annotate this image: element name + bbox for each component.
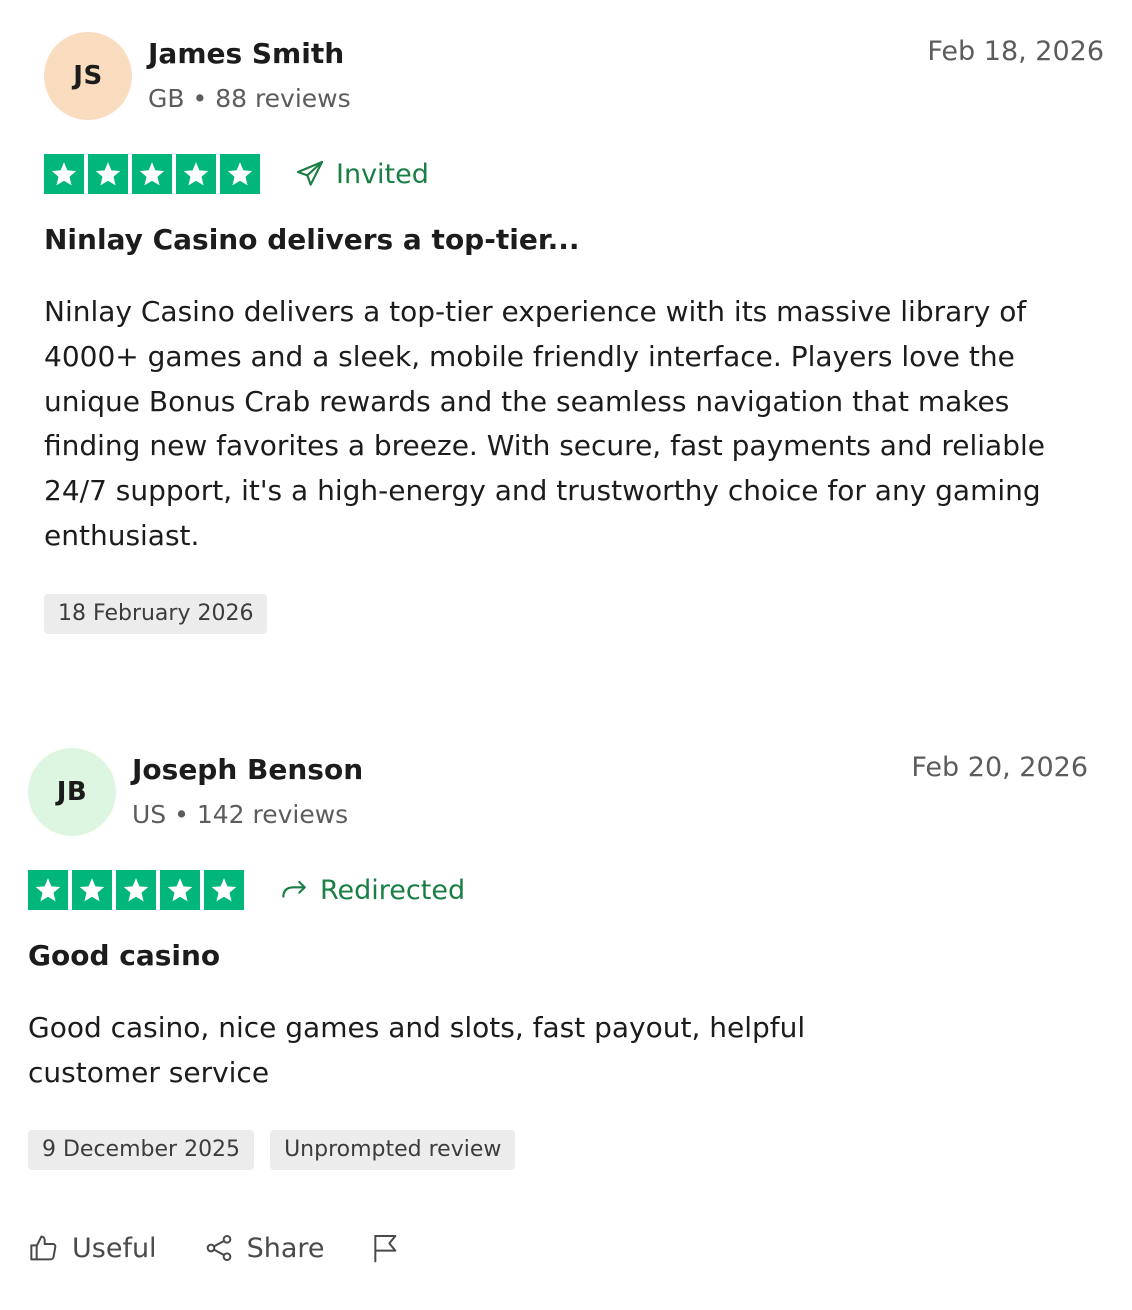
reviewer-review-count: 142 reviews	[196, 800, 349, 829]
reviewer-name[interactable]: James Smith	[148, 36, 344, 72]
meta-separator: •	[192, 84, 208, 113]
star-icon	[160, 870, 200, 910]
review-actions: Useful Share	[28, 1228, 402, 1268]
meta-separator: •	[174, 800, 189, 829]
experience-date-tag: 18 February 2026	[44, 594, 268, 634]
review-source-badge[interactable]: Invited	[294, 154, 429, 194]
share-icon	[203, 1232, 235, 1264]
avatar[interactable]: JB	[28, 748, 116, 836]
review-title[interactable]: Ninlay Casino delivers a top-tier...	[44, 220, 580, 260]
star-rating	[28, 870, 244, 910]
star-icon	[44, 154, 84, 194]
share-label: Share	[246, 1232, 325, 1264]
star-icon	[116, 870, 156, 910]
useful-label: Useful	[72, 1232, 157, 1264]
reviewer-country: GB	[148, 84, 185, 113]
useful-button[interactable]: Useful	[28, 1228, 157, 1268]
thumbs-up-icon	[28, 1232, 60, 1264]
star-icon	[28, 870, 68, 910]
avatar[interactable]: JS	[44, 32, 132, 120]
star-icon	[204, 870, 244, 910]
unprompted-review-tag: Unprompted review	[270, 1130, 516, 1170]
star-icon	[88, 154, 128, 194]
review-source-badge[interactable]: Redirected	[278, 870, 465, 910]
report-button[interactable]	[370, 1228, 402, 1268]
review-title[interactable]: Good casino	[28, 936, 220, 976]
review-date: Feb 18, 2026	[927, 36, 1104, 67]
review-source-label: Redirected	[320, 874, 466, 906]
review-tags: 18 February 2026	[44, 594, 268, 634]
review-text: Good casino, nice games and slots, fast …	[28, 1011, 806, 1089]
redirect-arrow-icon	[278, 874, 310, 906]
review-date: Feb 20, 2026	[911, 752, 1088, 783]
share-button[interactable]: Share	[203, 1228, 325, 1268]
reviewer-review-count: 88 reviews	[215, 84, 351, 113]
reviewer-name[interactable]: Joseph Benson	[132, 752, 363, 788]
flag-icon	[370, 1232, 402, 1264]
star-icon	[220, 154, 260, 194]
reviewer-meta: GB • 88 reviews	[148, 82, 351, 116]
star-icon	[176, 154, 216, 194]
review-tags: 9 December 2025 Unprompted review	[28, 1130, 516, 1170]
experience-date-tag: 9 December 2025	[28, 1130, 255, 1170]
reviewer-country: US	[132, 800, 167, 829]
review-text: Ninlay Casino delivers a top-tier experi…	[44, 295, 1045, 552]
reviewer-meta: US • 142 reviews	[132, 798, 348, 832]
star-rating	[44, 154, 260, 194]
star-icon	[132, 154, 172, 194]
paper-plane-icon	[294, 158, 326, 190]
review-source-label: Invited	[336, 158, 429, 190]
star-icon	[72, 870, 112, 910]
